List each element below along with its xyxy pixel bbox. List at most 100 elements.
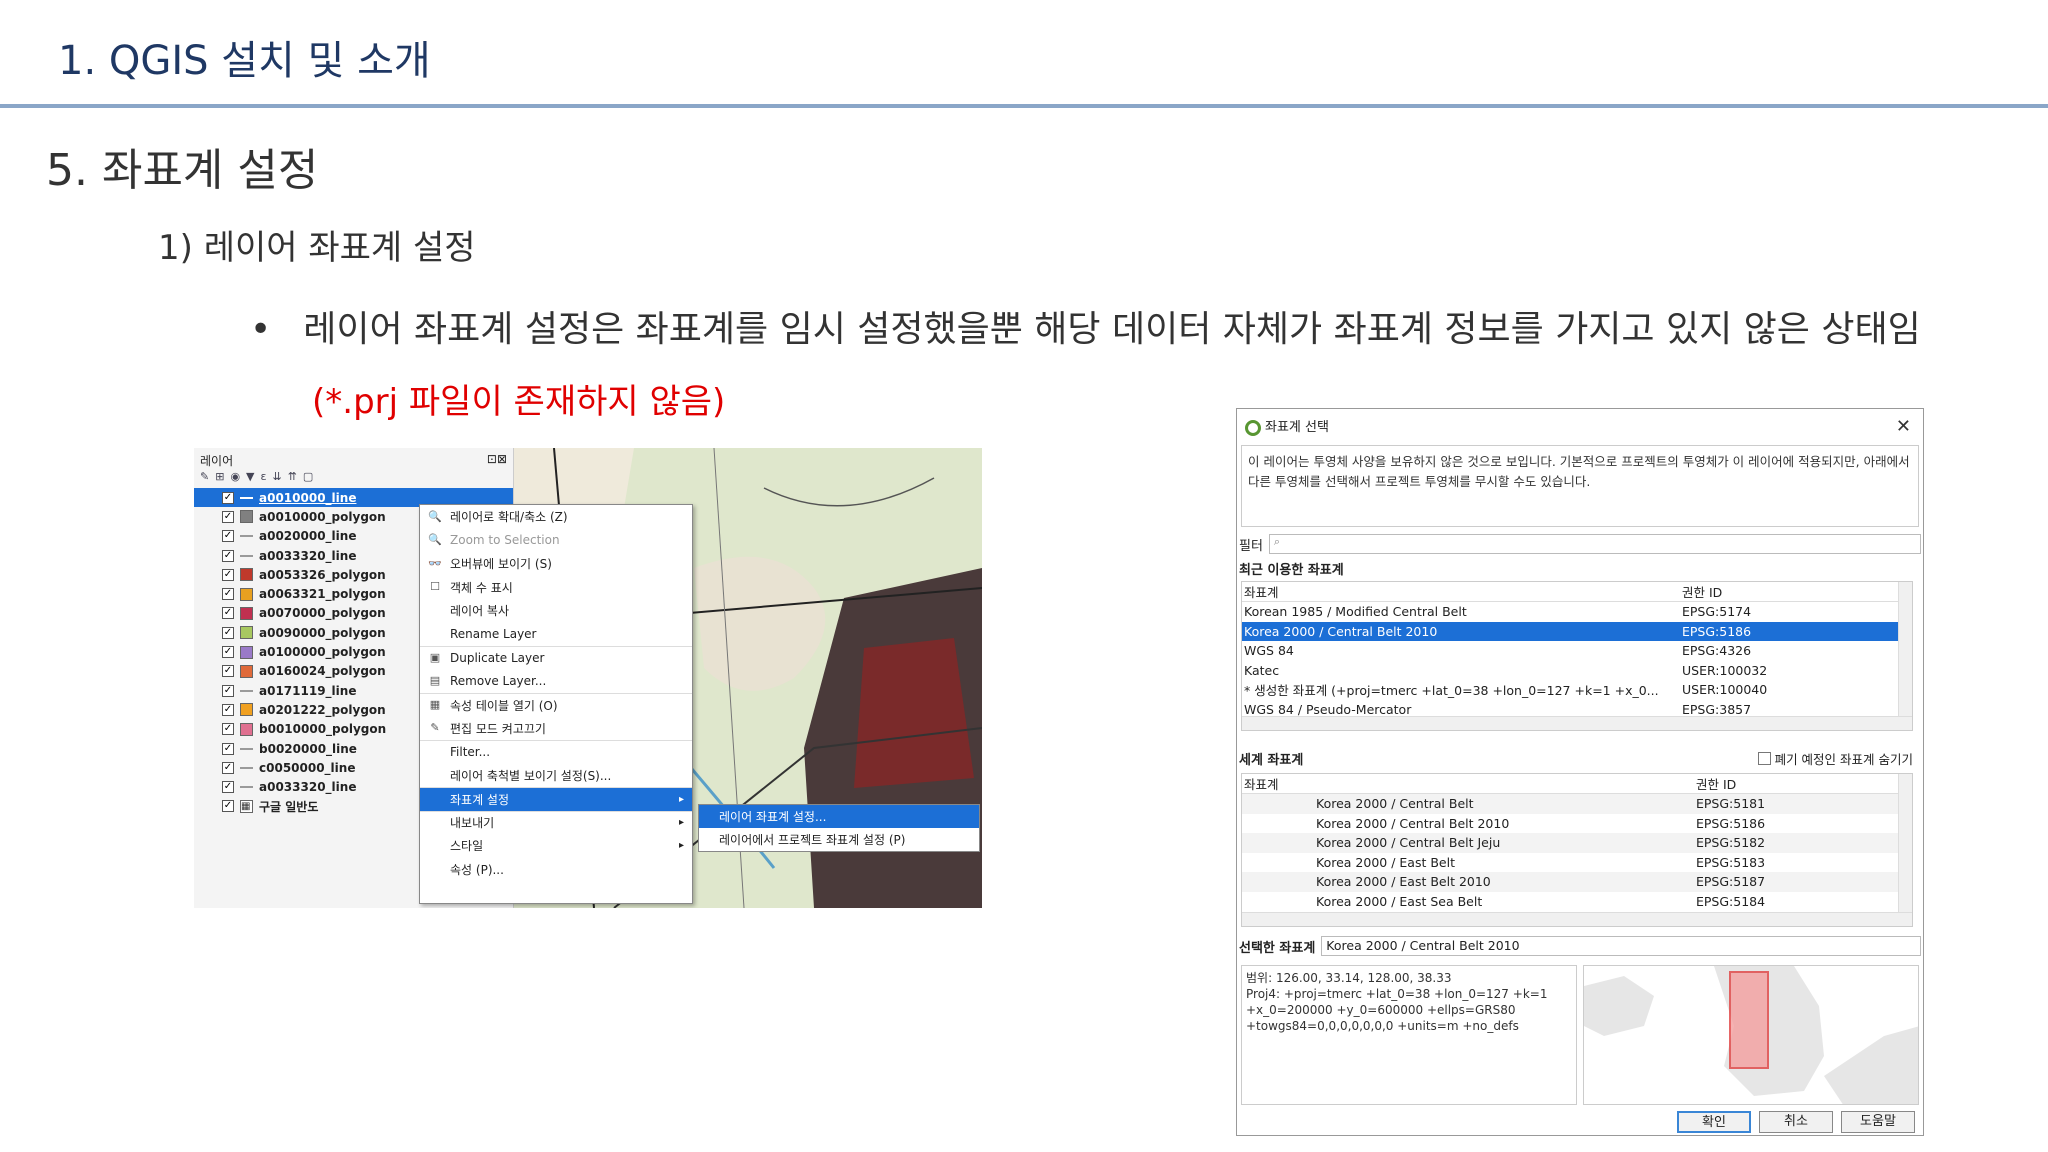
- submenu-item[interactable]: 레이어 좌표계 설정...: [699, 805, 979, 828]
- layer-visibility-checkbox[interactable]: ✓: [222, 800, 234, 813]
- layer-symbol-icon: [240, 626, 253, 640]
- crs-name: Korea 2000 / Central Belt 2010: [1244, 623, 1438, 639]
- recent-crs-row[interactable]: Korea 2000 / Central Belt 2010 EPSG:5186: [1242, 621, 1912, 641]
- panel-controls-icon[interactable]: ⊡⊠: [487, 452, 507, 466]
- layer-context-menu: 🔍 레이어로 확대/축소 (Z) 🔍 Zoom to Selection 👓 오버뷰에 보…: [419, 504, 693, 904]
- selected-crs-label: 선택한 좌표계: [1239, 940, 1316, 956]
- menu-item[interactable]: Rename Layer: [420, 623, 692, 647]
- help-button[interactable]: 도움말: [1841, 1111, 1915, 1133]
- blank-icon: [428, 816, 442, 830]
- world-crs-row[interactable]: Korea 2000 / East Belt EPSG:5183: [1242, 853, 1912, 873]
- collapse-icon[interactable]: ⇈: [288, 470, 297, 488]
- menu-item[interactable]: 좌표계 설정 ▸: [420, 787, 692, 811]
- close-icon[interactable]: ✕: [1896, 416, 1911, 437]
- crs-submenu: 레이어 좌표계 설정... 레이어에서 프로젝트 좌표계 설정 (P): [698, 804, 980, 852]
- crs-id: USER:100040: [1682, 682, 1768, 698]
- hide-deprecated-toggle[interactable]: 폐기 예정인 좌표계 숨기기: [1757, 749, 1913, 768]
- menu-item-label: Duplicate Layer: [450, 651, 545, 666]
- recent-header-id[interactable]: 권한 ID: [1680, 582, 1900, 601]
- menu-item[interactable]: 🔍 Zoom to Selection: [420, 529, 692, 553]
- world-crs-row[interactable]: Korea 2000 / Central Belt EPSG:5181: [1242, 794, 1912, 814]
- menu-item[interactable]: 레이어 축척별 보이기 설정(S)...: [420, 764, 692, 788]
- menu-item[interactable]: 내보내기 ▸: [420, 810, 692, 835]
- cancel-button[interactable]: 취소: [1759, 1111, 1833, 1133]
- menu-item[interactable]: ▤ Remove Layer...: [420, 670, 692, 694]
- recent-crs-row[interactable]: WGS 84 EPSG:4326: [1242, 641, 1912, 661]
- layer-visibility-checkbox[interactable]: ✓: [222, 491, 234, 504]
- crs-id: EPSG:5186: [1682, 623, 1752, 639]
- layer-visibility-checkbox[interactable]: ✓: [222, 703, 234, 716]
- selected-crs-field[interactable]: Korea 2000 / Central Belt 2010: [1321, 936, 1921, 956]
- menu-item[interactable]: 🔍 레이어로 확대/축소 (Z): [420, 505, 692, 529]
- world-header-id[interactable]: 권한 ID: [1694, 774, 1900, 793]
- chevron-right-icon: ▸: [678, 817, 684, 829]
- layer-name: 구글 일반도: [259, 799, 319, 814]
- menu-item-label: 레이어 축척별 보이기 설정(S)...: [450, 768, 612, 783]
- filter-input[interactable]: ⌕: [1268, 534, 1921, 554]
- menu-item[interactable]: ✎ 편집 모드 켜고끄기: [420, 717, 692, 741]
- filter-icon[interactable]: ▼: [246, 470, 254, 488]
- layer-visibility-checkbox[interactable]: ✓: [222, 568, 234, 581]
- submenu-item[interactable]: 레이어에서 프로젝트 좌표계 설정 (P): [699, 828, 979, 851]
- world-header-crs[interactable]: 좌표계: [1242, 774, 1694, 793]
- world-crs-row[interactable]: Korea 2000 / Central Belt 2010 EPSG:5186: [1242, 814, 1912, 834]
- layer-visibility-checkbox[interactable]: ✓: [222, 626, 234, 639]
- layer-visibility-checkbox[interactable]: ✓: [222, 646, 234, 659]
- add-group-icon[interactable]: ⊞: [215, 470, 224, 488]
- menu-item[interactable]: Filter...: [420, 740, 692, 764]
- eye-icon[interactable]: ◉: [230, 470, 240, 488]
- layer-visibility-checkbox[interactable]: ✓: [222, 665, 234, 678]
- world-crs-row[interactable]: Korea 2000 / Central Belt Jeju EPSG:5182: [1242, 833, 1912, 853]
- layer-symbol-icon: [240, 554, 253, 557]
- crs-name: Korea 2000 / East Sea Belt: [1316, 893, 1483, 909]
- layer-symbol-icon: [240, 747, 253, 750]
- layer-visibility-checkbox[interactable]: ✓: [222, 607, 234, 620]
- recent-crs-row[interactable]: Katec USER:100032: [1242, 661, 1912, 681]
- layer-symbol-icon: [240, 664, 253, 678]
- layer-name: b0020000_line: [259, 741, 357, 756]
- layer-visibility-checkbox[interactable]: ✓: [222, 723, 234, 736]
- menu-item[interactable]: ▦ 속성 테이블 열기 (O): [420, 693, 692, 717]
- world-crs-row[interactable]: Korea 2000 / East Belt 2010 EPSG:5187: [1242, 872, 1912, 892]
- layer-visibility-checkbox[interactable]: ✓: [222, 588, 234, 601]
- crs-name: Korean 1985 / Modified Central Belt: [1244, 604, 1467, 620]
- layer-visibility-checkbox[interactable]: ✓: [222, 761, 234, 774]
- crs-id: EPSG:5186: [1696, 815, 1766, 831]
- menu-item-label: 좌표계 설정: [450, 792, 510, 807]
- menu-item-label: 객체 수 표시: [450, 580, 513, 595]
- remove-icon[interactable]: ▢: [303, 470, 313, 488]
- blank-icon: [428, 768, 442, 782]
- zoom-selection-icon: 🔍: [428, 533, 442, 547]
- expand-icon[interactable]: ⇊: [272, 470, 281, 488]
- layer-visibility-checkbox[interactable]: ✓: [222, 742, 234, 755]
- recent-scrollbar-h[interactable]: [1242, 716, 1912, 730]
- expression-icon[interactable]: ε: [261, 470, 267, 488]
- menu-item[interactable]: ☐ 객체 수 표시: [420, 576, 692, 600]
- menu-item[interactable]: 레이어 복사: [420, 599, 692, 623]
- world-scrollbar-h[interactable]: [1242, 912, 1912, 926]
- submenu-item-label: 레이어에서 프로젝트 좌표계 설정 (P): [719, 833, 906, 847]
- ok-button[interactable]: 확인: [1677, 1111, 1751, 1133]
- layer-visibility-checkbox[interactable]: ✓: [222, 530, 234, 543]
- recent-header-crs[interactable]: 좌표계: [1242, 582, 1680, 601]
- layer-visibility-checkbox[interactable]: ✓: [222, 684, 234, 697]
- layer-symbol-icon: [240, 689, 253, 692]
- style-icon[interactable]: ✎: [200, 470, 209, 488]
- crs-extent-map: [1583, 965, 1919, 1105]
- recent-scrollbar-v[interactable]: [1898, 582, 1912, 730]
- layer-name: a0020000_line: [259, 529, 357, 544]
- recent-crs-row[interactable]: Korean 1985 / Modified Central Belt EPSG:…: [1242, 602, 1912, 622]
- menu-item[interactable]: ▣ Duplicate Layer: [420, 646, 692, 670]
- hide-deprecated-checkbox[interactable]: [1757, 752, 1771, 765]
- crs-id: EPSG:5181: [1696, 796, 1766, 812]
- recent-crs-row[interactable]: * 생성한 좌표계 (+proj=tmerc +lat_0=38 +lon_0=…: [1242, 680, 1912, 700]
- menu-item[interactable]: 스타일 ▸: [420, 834, 692, 858]
- world-scrollbar-v[interactable]: [1898, 774, 1912, 926]
- world-crs-row[interactable]: Korea 2000 / East Sea Belt EPSG:5184: [1242, 892, 1912, 912]
- layer-visibility-checkbox[interactable]: ✓: [222, 781, 234, 794]
- layer-visibility-checkbox[interactable]: ✓: [222, 549, 234, 562]
- menu-item[interactable]: 👓 오버뷰에 보이기 (S): [420, 552, 692, 576]
- menu-item[interactable]: 속성 (P)...: [420, 858, 692, 882]
- layer-visibility-checkbox[interactable]: ✓: [222, 510, 234, 523]
- bullet-text: 레이어 좌표계 설정은 좌표계를 임시 설정했을뿐 해당 데이터 자체가 좌표계…: [303, 309, 1921, 350]
